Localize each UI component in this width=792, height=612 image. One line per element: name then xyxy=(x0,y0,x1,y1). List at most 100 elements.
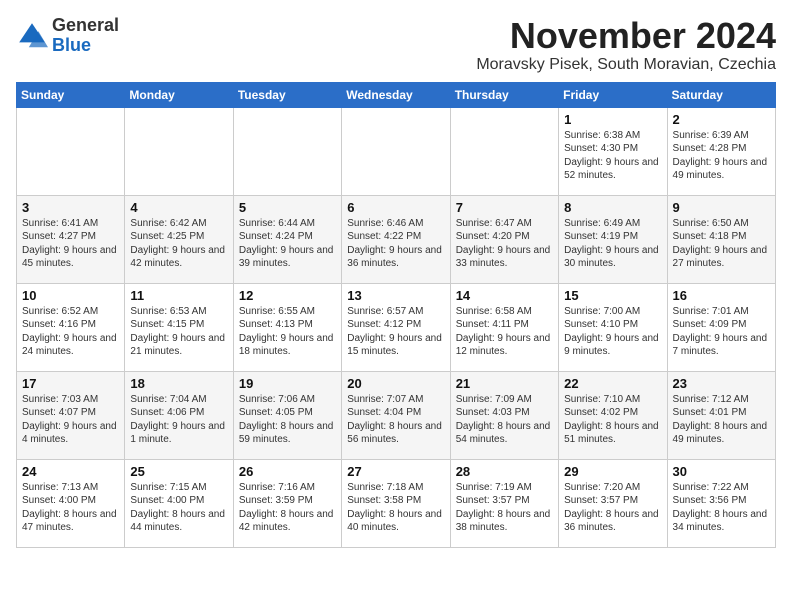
day-number: 9 xyxy=(673,200,770,215)
calendar-cell: 27 Sunrise: 7:18 AM Sunset: 3:58 PM Dayli… xyxy=(342,459,450,547)
calendar-cell: 13 Sunrise: 6:57 AM Sunset: 4:12 PM Dayli… xyxy=(342,283,450,371)
calendar-cell: 12 Sunrise: 6:55 AM Sunset: 4:13 PM Dayli… xyxy=(233,283,341,371)
day-number: 5 xyxy=(239,200,336,215)
day-number: 2 xyxy=(673,112,770,127)
day-info: Sunrise: 7:03 AM Sunset: 4:07 PM Dayligh… xyxy=(22,393,119,447)
day-info: Sunrise: 6:55 AM Sunset: 4:13 PM Dayligh… xyxy=(239,305,336,359)
day-number: 21 xyxy=(456,376,553,391)
day-info: Sunrise: 6:41 AM Sunset: 4:27 PM Dayligh… xyxy=(22,217,119,271)
day-number: 23 xyxy=(673,376,770,391)
calendar-cell xyxy=(233,107,341,195)
calendar-cell: 29 Sunrise: 7:20 AM Sunset: 3:57 PM Dayli… xyxy=(559,459,667,547)
calendar-cell: 24 Sunrise: 7:13 AM Sunset: 4:00 PM Dayli… xyxy=(17,459,125,547)
day-number: 20 xyxy=(347,376,444,391)
day-number: 29 xyxy=(564,464,661,479)
day-number: 27 xyxy=(347,464,444,479)
calendar-week-row: 3 Sunrise: 6:41 AM Sunset: 4:27 PM Daylig… xyxy=(17,195,776,283)
day-number: 10 xyxy=(22,288,119,303)
day-info: Sunrise: 7:10 AM Sunset: 4:02 PM Dayligh… xyxy=(564,393,661,447)
calendar-cell: 4 Sunrise: 6:42 AM Sunset: 4:25 PM Daylig… xyxy=(125,195,233,283)
day-number: 30 xyxy=(673,464,770,479)
day-number: 17 xyxy=(22,376,119,391)
calendar-cell: 9 Sunrise: 6:50 AM Sunset: 4:18 PM Daylig… xyxy=(667,195,775,283)
day-info: Sunrise: 7:04 AM Sunset: 4:06 PM Dayligh… xyxy=(130,393,227,447)
calendar-cell: 10 Sunrise: 6:52 AM Sunset: 4:16 PM Dayli… xyxy=(17,283,125,371)
calendar-cell: 22Sunrise: 7:10 AM Sunset: 4:02 PM Dayli… xyxy=(559,371,667,459)
day-info: Sunrise: 6:58 AM Sunset: 4:11 PM Dayligh… xyxy=(456,305,553,359)
calendar-cell: 23 Sunrise: 7:12 AM Sunset: 4:01 PM Dayli… xyxy=(667,371,775,459)
header-row: SundayMondayTuesdayWednesdayThursdayFrid… xyxy=(17,82,776,107)
day-number: 15 xyxy=(564,288,661,303)
calendar-cell: 7 Sunrise: 6:47 AM Sunset: 4:20 PM Daylig… xyxy=(450,195,558,283)
location-subtitle: Moravsky Pisek, South Moravian, Czechia xyxy=(476,56,776,74)
day-info: Sunrise: 6:42 AM Sunset: 4:25 PM Dayligh… xyxy=(130,217,227,271)
day-number: 4 xyxy=(130,200,227,215)
day-info: Sunrise: 7:06 AM Sunset: 4:05 PM Dayligh… xyxy=(239,393,336,447)
header-day: Sunday xyxy=(17,82,125,107)
day-info: Sunrise: 6:57 AM Sunset: 4:12 PM Dayligh… xyxy=(347,305,444,359)
day-info: Sunrise: 6:49 AM Sunset: 4:19 PM Dayligh… xyxy=(564,217,661,271)
calendar-cell: 15Sunrise: 7:00 AM Sunset: 4:10 PM Dayli… xyxy=(559,283,667,371)
calendar-cell: 8 Sunrise: 6:49 AM Sunset: 4:19 PM Daylig… xyxy=(559,195,667,283)
header-day: Saturday xyxy=(667,82,775,107)
day-number: 13 xyxy=(347,288,444,303)
header-day: Monday xyxy=(125,82,233,107)
calendar-week-row: 24 Sunrise: 7:13 AM Sunset: 4:00 PM Dayli… xyxy=(17,459,776,547)
calendar-cell: 19 Sunrise: 7:06 AM Sunset: 4:05 PM Dayli… xyxy=(233,371,341,459)
calendar-table: SundayMondayTuesdayWednesdayThursdayFrid… xyxy=(16,82,776,548)
day-number: 11 xyxy=(130,288,227,303)
calendar-cell: 25Sunrise: 7:15 AM Sunset: 4:00 PM Dayli… xyxy=(125,459,233,547)
calendar-week-row: 1 Sunrise: 6:38 AM Sunset: 4:30 PM Daylig… xyxy=(17,107,776,195)
day-number: 3 xyxy=(22,200,119,215)
day-number: 24 xyxy=(22,464,119,479)
calendar-cell: 28Sunrise: 7:19 AM Sunset: 3:57 PM Dayli… xyxy=(450,459,558,547)
calendar-cell: 11 Sunrise: 6:53 AM Sunset: 4:15 PM Dayli… xyxy=(125,283,233,371)
calendar-cell xyxy=(17,107,125,195)
day-number: 25 xyxy=(130,464,227,479)
title-area: November 2024 Moravsky Pisek, South Mora… xyxy=(476,16,776,74)
day-info: Sunrise: 6:38 AM Sunset: 4:30 PM Dayligh… xyxy=(564,129,661,183)
day-info: Sunrise: 7:19 AM Sunset: 3:57 PM Dayligh… xyxy=(456,481,553,535)
day-info: Sunrise: 7:01 AM Sunset: 4:09 PM Dayligh… xyxy=(673,305,770,359)
calendar-cell xyxy=(125,107,233,195)
day-info: Sunrise: 7:09 AM Sunset: 4:03 PM Dayligh… xyxy=(456,393,553,447)
day-number: 19 xyxy=(239,376,336,391)
day-info: Sunrise: 6:44 AM Sunset: 4:24 PM Dayligh… xyxy=(239,217,336,271)
day-info: Sunrise: 6:47 AM Sunset: 4:20 PM Dayligh… xyxy=(456,217,553,271)
calendar-cell: 1 Sunrise: 6:38 AM Sunset: 4:30 PM Daylig… xyxy=(559,107,667,195)
day-number: 7 xyxy=(456,200,553,215)
calendar-cell: 26 Sunrise: 7:16 AM Sunset: 3:59 PM Dayli… xyxy=(233,459,341,547)
day-info: Sunrise: 6:39 AM Sunset: 4:28 PM Dayligh… xyxy=(673,129,770,183)
calendar-cell xyxy=(342,107,450,195)
day-number: 1 xyxy=(564,112,661,127)
day-info: Sunrise: 7:18 AM Sunset: 3:58 PM Dayligh… xyxy=(347,481,444,535)
calendar-cell: 5 Sunrise: 6:44 AM Sunset: 4:24 PM Daylig… xyxy=(233,195,341,283)
day-info: Sunrise: 6:50 AM Sunset: 4:18 PM Dayligh… xyxy=(673,217,770,271)
day-info: Sunrise: 6:53 AM Sunset: 4:15 PM Dayligh… xyxy=(130,305,227,359)
day-number: 18 xyxy=(130,376,227,391)
logo-blue-text: Blue xyxy=(52,36,119,56)
header-day: Thursday xyxy=(450,82,558,107)
header-day: Tuesday xyxy=(233,82,341,107)
day-info: Sunrise: 7:07 AM Sunset: 4:04 PM Dayligh… xyxy=(347,393,444,447)
day-number: 26 xyxy=(239,464,336,479)
month-title: November 2024 xyxy=(476,16,776,56)
day-info: Sunrise: 7:22 AM Sunset: 3:56 PM Dayligh… xyxy=(673,481,770,535)
logo-icon xyxy=(16,20,48,52)
day-number: 6 xyxy=(347,200,444,215)
logo: General Blue xyxy=(16,16,119,56)
day-info: Sunrise: 6:52 AM Sunset: 4:16 PM Dayligh… xyxy=(22,305,119,359)
day-number: 16 xyxy=(673,288,770,303)
day-number: 12 xyxy=(239,288,336,303)
day-info: Sunrise: 7:20 AM Sunset: 3:57 PM Dayligh… xyxy=(564,481,661,535)
calendar-cell: 6Sunrise: 6:46 AM Sunset: 4:22 PM Daylig… xyxy=(342,195,450,283)
day-info: Sunrise: 7:16 AM Sunset: 3:59 PM Dayligh… xyxy=(239,481,336,535)
calendar-cell: 3 Sunrise: 6:41 AM Sunset: 4:27 PM Daylig… xyxy=(17,195,125,283)
day-number: 8 xyxy=(564,200,661,215)
calendar-cell: 21 Sunrise: 7:09 AM Sunset: 4:03 PM Dayli… xyxy=(450,371,558,459)
day-info: Sunrise: 7:13 AM Sunset: 4:00 PM Dayligh… xyxy=(22,481,119,535)
day-info: Sunrise: 7:12 AM Sunset: 4:01 PM Dayligh… xyxy=(673,393,770,447)
calendar-cell: 2 Sunrise: 6:39 AM Sunset: 4:28 PM Daylig… xyxy=(667,107,775,195)
calendar-cell: 17 Sunrise: 7:03 AM Sunset: 4:07 PM Dayli… xyxy=(17,371,125,459)
calendar-cell: 18 Sunrise: 7:04 AM Sunset: 4:06 PM Dayli… xyxy=(125,371,233,459)
